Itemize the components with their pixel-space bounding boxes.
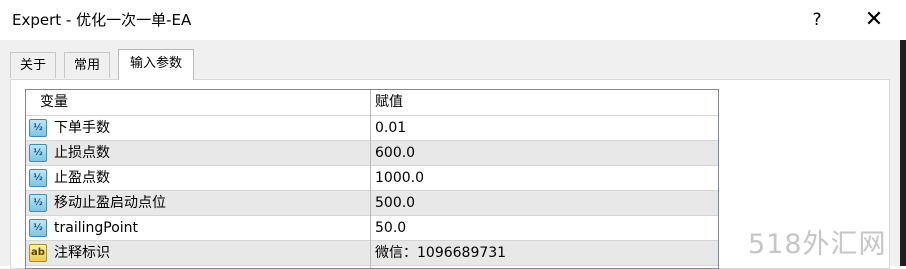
param-name: 移动止盈启动点位 [54, 195, 166, 211]
double-param-icon: ½ [29, 119, 47, 137]
table-row[interactable]: ½ 止损点数 600.0 [26, 141, 718, 165]
row-divider [26, 140, 718, 141]
param-value[interactable]: 1000.0 [375, 166, 424, 190]
column-divider [370, 90, 371, 268]
double-param-icon: ½ [29, 144, 47, 162]
parameters-table: 变量 赋值 ½ 下单手数 0.01 ½ 止损点数 600.0 ½ 止盈点数 10… [25, 89, 719, 269]
help-button[interactable]: ? [800, 4, 834, 36]
close-button[interactable]: ✕ [854, 4, 894, 36]
table-header: 变量 赋值 [26, 90, 718, 114]
param-name: 下单手数 [54, 120, 110, 136]
param-value[interactable]: 500.0 [375, 191, 415, 215]
param-name: 止盈点数 [54, 170, 110, 186]
double-param-icon: ½ [29, 219, 47, 237]
string-param-icon: ab [29, 244, 47, 262]
param-name: trailingPoint [54, 220, 139, 236]
row-divider [26, 190, 718, 191]
tab-about[interactable]: 关于 [10, 52, 56, 78]
row-divider [26, 115, 718, 116]
header-variable[interactable]: 变量 [40, 90, 68, 114]
window-edge [900, 40, 906, 266]
row-divider [26, 240, 718, 241]
tab-inputs[interactable]: 输入参数 [118, 49, 194, 80]
param-name: 止损点数 [54, 145, 110, 161]
table-row[interactable]: ab 注释标识 微信：1096689731 [26, 241, 718, 265]
double-param-icon: ½ [29, 169, 47, 187]
param-name: 注释标识 [54, 245, 110, 261]
row-divider [26, 215, 718, 216]
table-row[interactable]: ½ trailingPoint 50.0 [26, 216, 718, 240]
table-row[interactable]: ½ 移动止盈启动点位 500.0 [26, 191, 718, 215]
window-titlebar: Expert - 优化一次一单-EA ? ✕ [0, 0, 906, 41]
param-value[interactable]: 微信：1096689731 [375, 241, 506, 265]
param-value[interactable]: 600.0 [375, 141, 415, 165]
param-value[interactable]: 0.01 [375, 116, 406, 140]
row-divider [26, 165, 718, 166]
table-row[interactable]: ½ 下单手数 0.01 [26, 116, 718, 140]
watermark-text: 518外汇网 [748, 229, 887, 260]
param-value[interactable]: 50.0 [375, 216, 406, 240]
header-value[interactable]: 赋值 [375, 90, 403, 114]
tab-common[interactable]: 常用 [64, 52, 110, 78]
table-row[interactable]: ½ 止盈点数 1000.0 [26, 166, 718, 190]
window-title: Expert - 优化一次一单-EA [12, 11, 192, 29]
double-param-icon: ½ [29, 194, 47, 212]
